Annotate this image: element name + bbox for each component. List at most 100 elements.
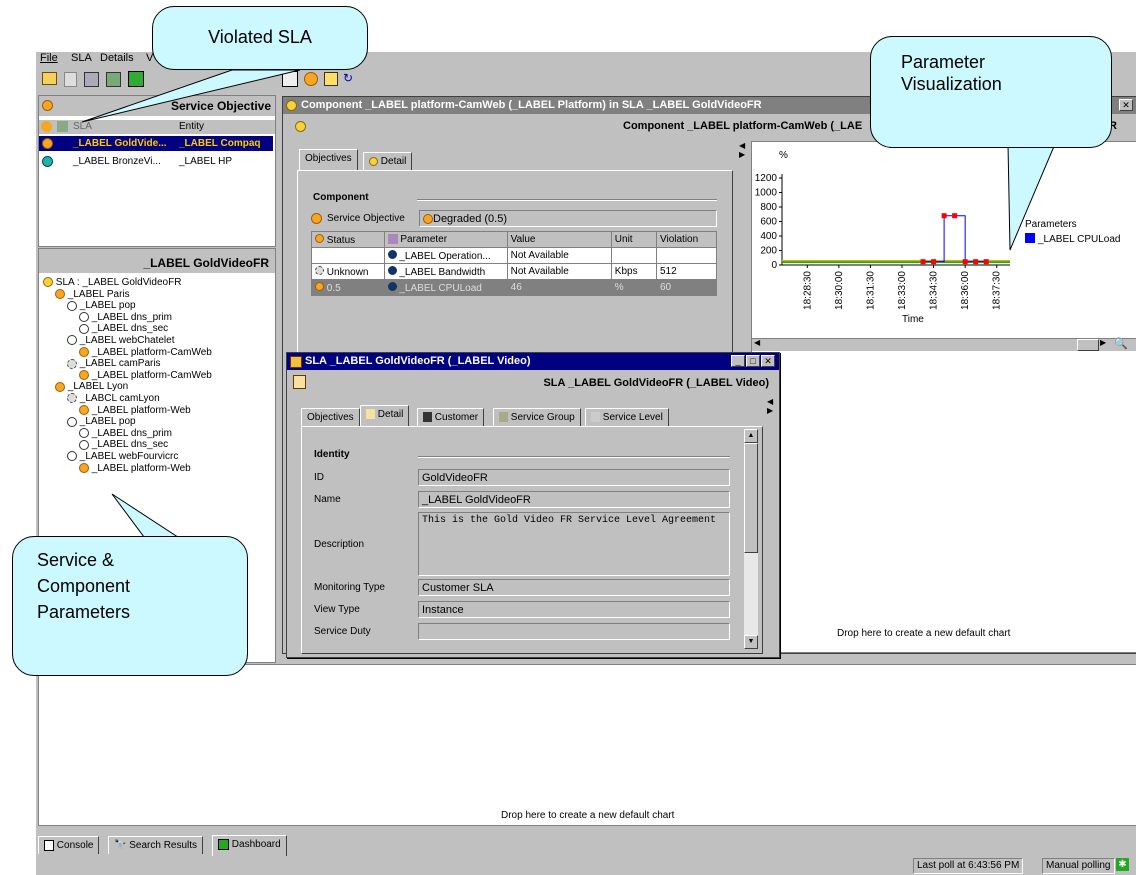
chart-drop-hint[interactable]: Drop here to create a new default chart	[837, 628, 1010, 639]
tab-customer-label: Customer	[434, 412, 479, 423]
sla-row-entity: _LABEL Compaq	[179, 138, 261, 149]
zoom-icon[interactable]: 🔍	[1114, 337, 1128, 350]
sla-window-titlebar[interactable]: SLA _LABEL GoldVideoFR (_LABEL Video)	[287, 353, 779, 370]
tree-node[interactable]: _LABEL camParis	[67, 358, 161, 369]
tree-node[interactable]: SLA : _LABEL GoldVideoFR	[43, 277, 181, 288]
tree-node[interactable]: _LABEL platform-CamWeb	[79, 347, 212, 358]
scroll-up-button[interactable]: ▲	[744, 429, 758, 443]
menu-file[interactable]: File	[40, 52, 58, 64]
y-tick-label: 400	[760, 231, 777, 242]
header-parameter[interactable]: Parameter	[383, 231, 508, 248]
tree-node-label: _LABEL webChatelet	[77, 335, 175, 346]
tree-node-icon	[79, 462, 89, 473]
table-row-selected[interactable]: 0.5 _LABEL CPULoad 46 % 60	[311, 279, 717, 296]
chart-icon[interactable]	[128, 71, 144, 87]
scroll-down-button[interactable]: ▼	[744, 635, 758, 649]
service-duty-field[interactable]	[418, 623, 730, 640]
name-field[interactable]: _LABEL GoldVideoFR	[418, 491, 730, 508]
tree-node[interactable]: _LABEL dns_sec	[79, 323, 168, 334]
callout-line: Parameters	[37, 602, 131, 622]
tree-node[interactable]: _LABEL platform-CamWeb	[79, 370, 212, 381]
tab-service-group[interactable]: Service Group	[493, 408, 581, 426]
find-icon[interactable]	[84, 72, 99, 87]
tree-node[interactable]: _LABCL camLyon	[67, 393, 160, 404]
maximize-button[interactable]: □	[746, 355, 760, 367]
menu-details[interactable]: Details	[100, 52, 134, 64]
dashboard-pane: Drop here to create a new default chart	[38, 664, 1136, 826]
legend-title: Parameters	[1025, 219, 1077, 230]
scroll-left-icon[interactable]: ◀	[754, 338, 760, 347]
column-sla[interactable]: SLA	[73, 121, 92, 132]
sla-row-selected[interactable]: _LABEL GoldVide... _LABEL Compaq	[39, 136, 273, 151]
tab-service-level[interactable]: Service Level	[585, 408, 669, 426]
tree-node[interactable]: _LABEL webFourvicrc	[67, 451, 178, 462]
tree-node[interactable]: _LABEL Lyon	[55, 381, 128, 392]
tab-customer[interactable]: Customer	[417, 408, 485, 426]
tab-detail[interactable]: Detail	[363, 152, 413, 170]
splitter-arrows[interactable]: ◀ ▶	[767, 397, 775, 417]
polling-icon[interactable]: ✱	[1116, 858, 1129, 871]
tree-node[interactable]: _LABEL dns_prim	[79, 428, 172, 439]
column-type-icon	[57, 121, 68, 132]
header-status[interactable]: Status	[311, 231, 385, 248]
chart-hscrollbar[interactable]: ◀ ▶ 🔍	[752, 338, 1136, 351]
dashboard-drop-hint[interactable]: Drop here to create a new default chart	[501, 810, 674, 821]
component-section-label: Component	[313, 192, 369, 203]
data-point	[952, 213, 958, 219]
close-button[interactable]: ✕	[761, 355, 775, 367]
tree-node[interactable]: _LABEL platform-Web	[79, 463, 191, 474]
tree-node-label: _LABEL pop	[77, 300, 136, 312]
callout-line: Service &	[37, 550, 115, 570]
table-row[interactable]: Unknown _LABEL Bandwidth Not Available K…	[311, 263, 717, 280]
minimize-button[interactable]: _	[731, 355, 745, 367]
tab-objectives[interactable]: Objectives	[301, 408, 360, 426]
tree-node-icon	[67, 393, 77, 404]
header-violation[interactable]: Violation	[656, 231, 717, 248]
cell-unit	[610, 247, 658, 264]
tree-node[interactable]: _LABEL dns_prim	[79, 312, 172, 323]
copy-icon[interactable]	[64, 72, 77, 87]
ok-icon	[42, 156, 53, 167]
tab-detail[interactable]: Detail	[360, 405, 410, 426]
alarm-icon[interactable]	[304, 72, 318, 86]
sla-row-entity: _LABEL HP	[179, 156, 232, 167]
violated-sla-callout-text: Violated SLA	[208, 27, 312, 47]
tab-console[interactable]: Console	[38, 836, 100, 854]
splitter-arrows[interactable]: ◀ ▶	[739, 141, 747, 161]
y-tick-label: 200	[760, 246, 777, 257]
header-unit[interactable]: Unit	[610, 231, 658, 248]
view-type-field[interactable]: Instance	[418, 601, 730, 618]
network-icon[interactable]	[106, 72, 121, 87]
tree-node[interactable]: _LABEL platform-Web	[79, 405, 191, 416]
column-entity[interactable]: Entity	[179, 121, 204, 132]
scroll-thumb[interactable]	[1077, 339, 1099, 351]
tree-node-label: _LABEL platform-Web	[89, 462, 191, 474]
tree-node[interactable]: _LABEL webChatelet	[67, 335, 174, 346]
tree-node[interactable]: _LABEL Paris	[55, 289, 130, 300]
sla-row[interactable]: _LABEL BronzeVi... _LABEL HP	[39, 154, 273, 169]
y-tick-label: 600	[760, 217, 777, 228]
vertical-scrollbar[interactable]: ▲ ▼	[744, 429, 758, 649]
tab-search-results[interactable]: 🔭 Search Results	[108, 836, 204, 854]
scroll-thumb[interactable]	[744, 443, 758, 553]
close-button[interactable]: ✕	[1119, 99, 1133, 111]
x-tick-label: 18:36:00	[960, 271, 971, 310]
refresh-icon[interactable]: ↻	[343, 72, 355, 84]
chart-toggle-icon[interactable]	[282, 71, 298, 87]
tab-objectives[interactable]: Objectives	[299, 149, 358, 170]
id-field[interactable]: GoldVideoFR	[418, 469, 730, 486]
monitoring-type-field[interactable]: Customer SLA	[418, 579, 730, 596]
tree-node[interactable]: _LABEL dns_sec	[79, 439, 168, 450]
description-field[interactable]: This is the Gold Video FR Service Level …	[418, 512, 730, 576]
section-divider	[418, 456, 730, 458]
tree-node[interactable]: _LABEL pop	[67, 416, 136, 427]
menu-sla[interactable]: SLA	[71, 52, 92, 64]
table-row[interactable]: _LABEL Operation... Not Available	[311, 247, 717, 264]
scroll-right-icon[interactable]: ▶	[1100, 338, 1106, 347]
component-window-title: Component _LABEL platform-CamWeb (_LABEL…	[301, 99, 762, 111]
tab-dashboard[interactable]: Dashboard	[212, 835, 287, 856]
header-value[interactable]: Value	[506, 231, 612, 248]
zoom-icon[interactable]	[324, 72, 338, 86]
tree-node[interactable]: _LABEL pop	[67, 300, 136, 311]
open-icon[interactable]	[42, 72, 57, 85]
